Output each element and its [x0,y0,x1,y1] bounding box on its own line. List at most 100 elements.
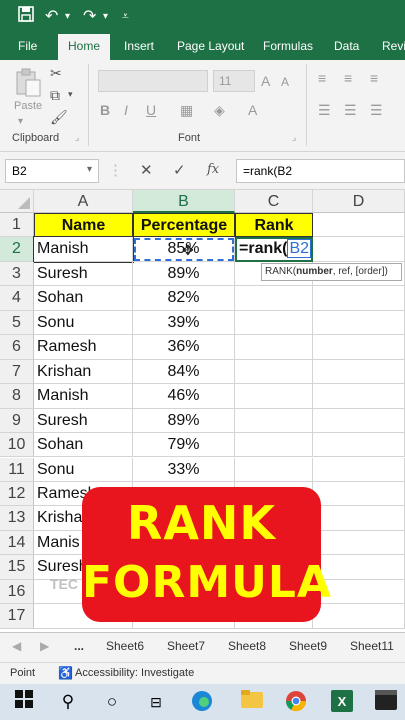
cell[interactable] [313,335,405,360]
chevron-down-icon[interactable]: ▾ [68,89,73,100]
customize-toolbar-icon[interactable]: ⩡ [122,9,129,24]
select-all-corner[interactable] [0,190,34,213]
align-top-icon[interactable]: ≡ [318,70,326,86]
insert-function-button[interactable]: fx [207,162,219,177]
cell[interactable] [313,286,405,311]
cell[interactable] [313,433,405,458]
row-header[interactable]: 4 [0,286,34,311]
sheet-tab-6[interactable]: Sheet6 [106,639,144,653]
sheet-tab-11[interactable]: Sheet11 [350,639,394,653]
cell[interactable] [235,433,313,458]
tab-formulas[interactable]: Formulas [263,39,313,53]
row-header[interactable]: 8 [0,384,34,409]
chrome-icon[interactable] [284,690,308,714]
row-header[interactable]: 14 [0,530,34,556]
name-cell[interactable]: Sonu [34,457,133,482]
cancel-icon[interactable]: ✕ [140,161,153,179]
undo-icon[interactable]: ↶ [45,6,58,26]
more-sheets-button[interactable]: ... [74,639,84,653]
decrease-font-icon[interactable]: A [281,75,289,89]
name-cell[interactable]: Suresh [34,261,133,287]
column-header-d[interactable]: D [313,190,405,213]
tab-page-layout[interactable]: Page Layout [177,39,244,53]
tab-insert[interactable]: Insert [124,39,154,53]
name-cell[interactable]: Krishan [34,359,133,385]
cell[interactable] [313,408,405,434]
sheet-tab-9[interactable]: Sheet9 [289,639,327,653]
align-middle-icon[interactable]: ≡ [344,70,352,86]
sheet-tab-8[interactable]: Sheet8 [228,639,266,653]
percentage-cell[interactable]: 33% [133,457,235,482]
chevron-down-icon[interactable]: ▾ [18,116,23,127]
percentage-cell[interactable]: 89% [133,408,235,434]
row-header[interactable]: 15 [0,555,34,580]
function-tooltip[interactable]: RANK(number, ref, [order]) [261,263,402,281]
chevron-down-icon[interactable]: ▾ [87,164,92,175]
name-box[interactable]: B2 ▾ [5,159,99,183]
column-header-c[interactable]: C [235,190,313,213]
row-header[interactable]: 2 [0,237,34,262]
row-header[interactable]: 11 [0,457,34,482]
tab-data[interactable]: Data [334,39,359,53]
cell[interactable] [235,310,313,336]
editing-cell-c2[interactable]: =rank(B2 [235,237,313,262]
accessibility-icon[interactable]: ♿ [58,666,73,680]
formula-input[interactable]: =rank(B2 [236,159,405,183]
row-header[interactable]: 13 [0,506,34,531]
row-header[interactable]: 12 [0,481,34,507]
row-header[interactable]: 5 [0,310,34,336]
sheet-tab-7[interactable]: Sheet7 [167,639,205,653]
italic-icon[interactable]: I [124,102,128,118]
task-view-icon[interactable]: ⊟ [144,690,168,714]
font-color-icon[interactable]: A [248,102,257,118]
header-percentage[interactable]: Percentage [133,213,235,238]
paste-label[interactable]: Paste [14,100,42,112]
name-cell[interactable]: Sohan [34,286,133,311]
percentage-cell[interactable]: 39% [133,310,235,336]
search-icon[interactable]: ⚲ [56,690,80,714]
cell[interactable] [313,481,405,507]
row-header[interactable]: 1 [0,213,34,238]
chevron-down-icon[interactable]: ▾ [103,11,108,22]
row-header[interactable]: 17 [0,604,34,629]
cut-icon[interactable]: ✂ [50,65,62,82]
save-icon[interactable] [18,6,34,27]
cell[interactable] [235,335,313,360]
name-cell[interactable]: Ramesh [34,335,133,360]
enter-icon[interactable]: ✓ [173,161,186,179]
next-sheet-icon[interactable]: ▶ [40,639,49,653]
video-editor-icon[interactable] [374,690,398,714]
cell[interactable] [313,213,405,238]
percentage-cell[interactable]: 79% [133,433,235,458]
name-cell[interactable]: Suresh [34,408,133,434]
align-center-icon[interactable]: ☰ [344,102,357,119]
cell[interactable] [313,506,405,531]
font-size-dropdown[interactable]: 11 [213,70,255,92]
dialog-launcher-icon[interactable]: ⌟ [292,132,296,143]
copy-icon[interactable]: ⧉ [50,87,60,104]
percentage-cell[interactable]: 82% [133,286,235,311]
windows-start-icon[interactable] [12,690,36,714]
name-cell[interactable]: Sonu [34,310,133,336]
column-header-a[interactable]: A [34,190,133,213]
increase-font-icon[interactable]: A [261,73,270,89]
column-header-b[interactable]: B [133,190,235,213]
redo-icon[interactable]: ↷ [83,6,96,26]
tab-file[interactable]: File [18,39,37,53]
row-header[interactable]: 10 [0,433,34,458]
cell[interactable] [235,359,313,385]
chevron-down-icon[interactable]: ▾ [65,11,70,22]
tab-home[interactable]: Home [58,34,111,60]
font-name-dropdown[interactable] [98,70,208,92]
edge-icon[interactable] [190,690,214,714]
cell[interactable] [235,408,313,434]
cell[interactable] [313,359,405,385]
header-rank[interactable]: Rank [235,213,313,238]
cortana-icon[interactable]: ○ [100,690,124,714]
cell[interactable] [313,530,405,556]
name-cell[interactable]: Manish [34,384,133,409]
align-right-icon[interactable]: ☰ [370,102,383,119]
underline-icon[interactable]: U [146,102,156,118]
align-bottom-icon[interactable]: ≡ [370,70,378,86]
name-cell[interactable]: Sohan [34,433,133,458]
